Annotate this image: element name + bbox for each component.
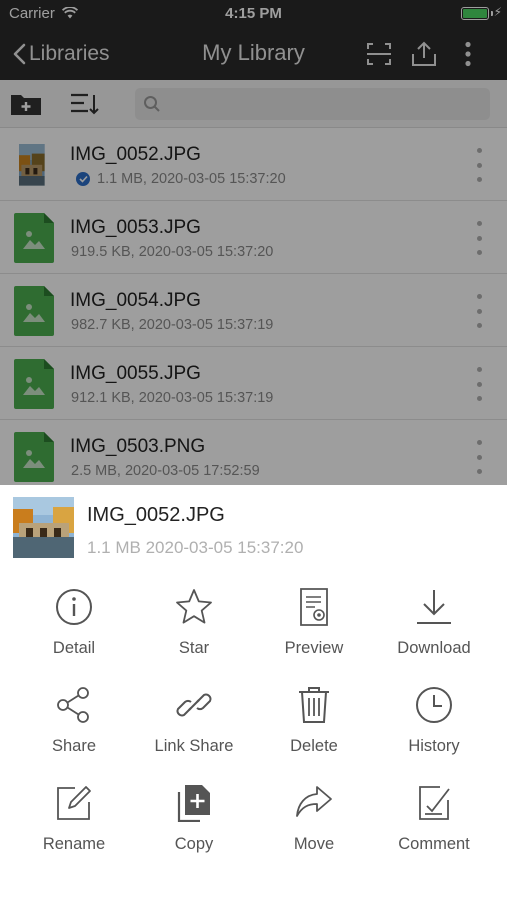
- detail-button[interactable]: Detail: [14, 587, 134, 679]
- action-label: Preview: [284, 639, 344, 657]
- action-label: Rename: [42, 835, 106, 853]
- copy-button[interactable]: Copy: [134, 783, 254, 875]
- selected-file-meta: 1.1 MB 2020-03-05 15:37:20: [87, 538, 304, 557]
- action-label: Copy: [174, 835, 214, 853]
- action-label: Delete: [290, 737, 338, 755]
- delete-button[interactable]: Delete: [254, 685, 374, 777]
- rename-button[interactable]: Rename: [14, 783, 134, 875]
- move-icon: [294, 783, 334, 823]
- move-button[interactable]: Move: [254, 783, 374, 875]
- selected-photo-thumbnail: [13, 497, 74, 558]
- action-label: Comment: [398, 835, 470, 853]
- link-icon: [174, 685, 214, 725]
- rename-icon: [54, 783, 94, 823]
- action-label: History: [408, 737, 460, 755]
- action-label: Download: [397, 639, 471, 657]
- share-icon: [54, 685, 94, 725]
- star-button[interactable]: Star: [134, 587, 254, 679]
- history-button[interactable]: History: [374, 685, 494, 777]
- comment-icon: [414, 783, 454, 823]
- star-icon: [174, 587, 214, 627]
- history-icon: [414, 685, 454, 725]
- info-icon: [54, 587, 94, 627]
- action-label: Move: [293, 835, 335, 853]
- link-share-button[interactable]: Link Share: [134, 685, 254, 777]
- download-button[interactable]: Download: [374, 587, 494, 679]
- copy-icon: [174, 783, 214, 823]
- action-label: Star: [178, 639, 210, 657]
- comment-button[interactable]: Comment: [374, 783, 494, 875]
- selected-file-name: IMG_0052.JPG: [87, 504, 225, 526]
- share-button[interactable]: Share: [14, 685, 134, 777]
- action-sheet: IMG_0052.JPG 1.1 MB 2020-03-05 15:37:20 …: [0, 485, 507, 900]
- preview-icon: [294, 587, 334, 627]
- action-label: Link Share: [154, 737, 234, 755]
- trash-icon: [294, 685, 334, 725]
- download-icon: [414, 587, 454, 627]
- action-label: Detail: [52, 639, 96, 657]
- action-label: Share: [51, 737, 97, 755]
- preview-button[interactable]: Preview: [254, 587, 374, 679]
- dismiss-overlay[interactable]: [0, 0, 507, 485]
